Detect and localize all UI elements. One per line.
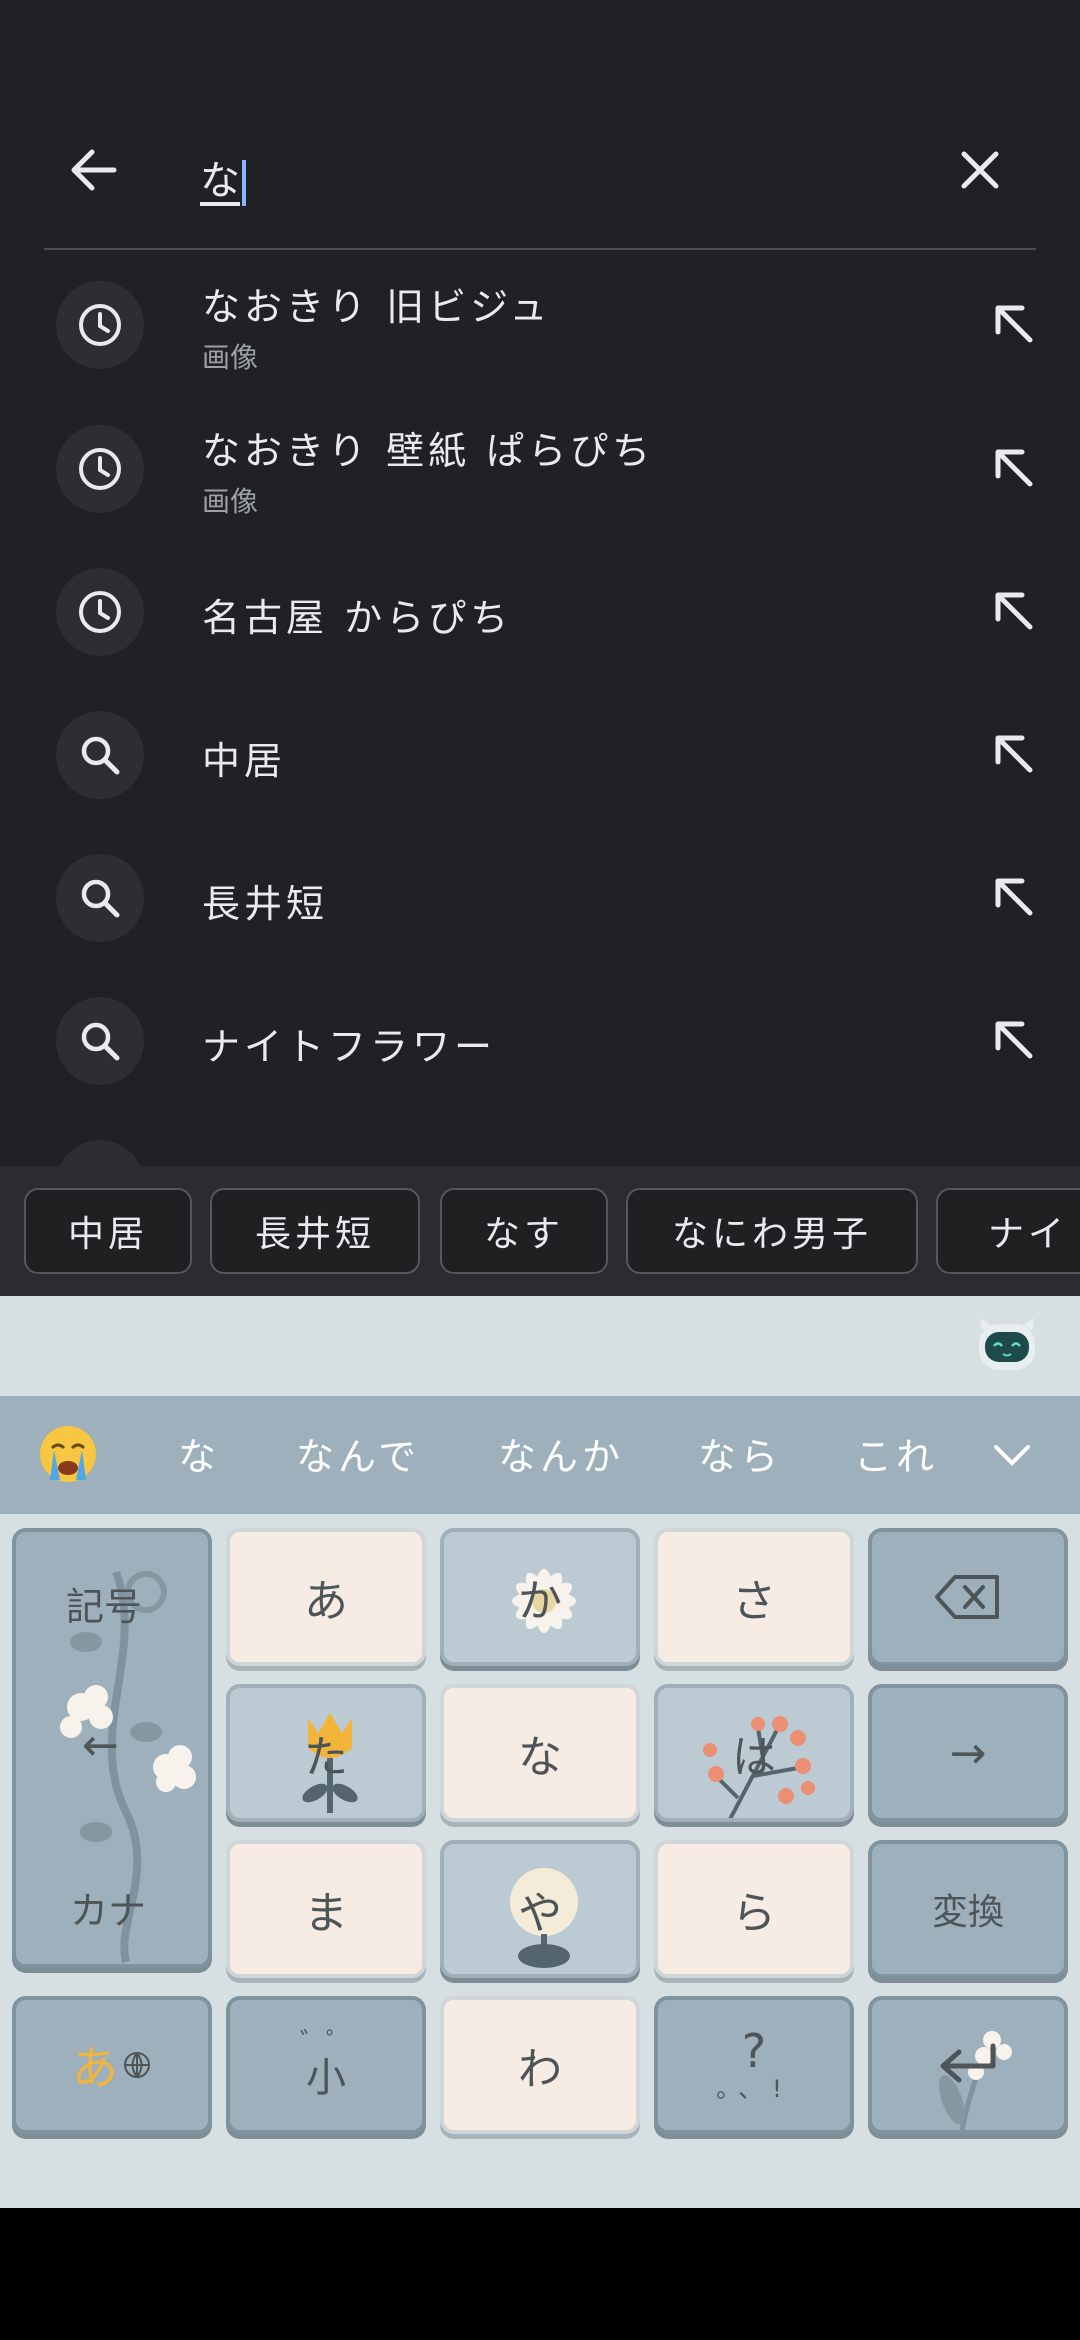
- keyboard-body: 記号 ← カナ あ か さ た な は → ま や ら 変換 あ ゛゜ 小 わ …: [0, 1514, 1080, 2208]
- fill-query-arrow-icon[interactable]: [984, 294, 1044, 354]
- globe-icon: [124, 2052, 150, 2078]
- key-na[interactable]: な: [440, 1684, 640, 1822]
- suggestion-row[interactable]: ナイトフラワー: [0, 970, 1080, 1113]
- candidate-word[interactable]: なんで: [296, 1426, 420, 1481]
- key-ha[interactable]: は: [654, 1684, 854, 1822]
- crying-emoji-icon[interactable]: [34, 1420, 102, 1488]
- key-a[interactable]: あ: [226, 1528, 426, 1666]
- chevron-down-icon: [994, 1445, 1030, 1466]
- suggestion-row[interactable]: なおきり 旧ビジュ画像: [0, 254, 1080, 397]
- key-label: や: [518, 1888, 562, 1939]
- fill-query-arrow-icon[interactable]: [984, 581, 1044, 641]
- candidate-word[interactable]: な: [178, 1426, 220, 1481]
- search-query-text: な: [200, 158, 240, 204]
- back-arrow-icon[interactable]: [64, 140, 124, 200]
- candidate-word[interactable]: これ: [854, 1426, 938, 1481]
- dakuten-small-key[interactable]: ゛゜ 小: [226, 1996, 426, 2134]
- candidate-word[interactable]: なんか: [498, 1426, 624, 1481]
- suggestion-text: なおきり 壁紙 ぱらぴち: [202, 429, 655, 473]
- search-icon: [56, 854, 144, 942]
- suggestion-row[interactable]: 長井短: [0, 827, 1080, 970]
- small-label: 小: [306, 2055, 346, 2101]
- chip[interactable]: なす: [440, 1188, 608, 1274]
- suggestion-text: 中居: [202, 739, 287, 783]
- enter-key[interactable]: [868, 1996, 1068, 2134]
- suggestion-text: なおきり 旧ビジュ: [202, 285, 552, 329]
- chip[interactable]: なにわ男子: [626, 1188, 918, 1274]
- suggestion-text: 長井短: [202, 882, 329, 926]
- chip[interactable]: 長井短: [210, 1188, 420, 1274]
- key-label: は: [732, 1732, 776, 1783]
- symbols-kana-key[interactable]: 記号 ← カナ: [12, 1528, 212, 1968]
- key-label: ら: [732, 1888, 776, 1939]
- enter-icon: [940, 2043, 996, 2083]
- right-arrow-key[interactable]: →: [868, 1684, 1068, 1822]
- key-sa[interactable]: さ: [654, 1528, 854, 1666]
- fill-query-arrow-icon[interactable]: [984, 438, 1044, 498]
- fill-query-arrow-icon[interactable]: [984, 867, 1044, 927]
- key-label: な: [518, 1732, 562, 1783]
- text-caret: [242, 160, 246, 206]
- keyboard-toolbar: [0, 1296, 1080, 1396]
- punctuation-label: 。、!: [716, 2075, 792, 2103]
- suggestion-row[interactable]: 中居: [0, 684, 1080, 827]
- key-wa[interactable]: わ: [440, 1996, 640, 2134]
- history-icon: [56, 281, 144, 369]
- key-ta[interactable]: た: [226, 1684, 426, 1822]
- chip[interactable]: ナイト: [936, 1188, 1080, 1274]
- robot-mascot-icon[interactable]: [976, 1316, 1038, 1374]
- candidate-bar: な なんで なんか なら これ: [0, 1396, 1080, 1514]
- search-screen: な なおきり 旧ビジュ 画像 なおきり 壁紙 ぱらぴち 画像 名古屋 からぴち 中居 長井短…: [0, 0, 1080, 1166]
- hiragana-mode-label: あ: [72, 2041, 118, 2095]
- dakuten-label: ゛゜: [299, 2028, 352, 2058]
- backspace-icon: [935, 1575, 999, 1619]
- key-label: あ: [304, 1576, 348, 1627]
- expand-candidates-button[interactable]: [944, 1396, 1080, 1514]
- suggestion-row[interactable]: なおきり 壁紙 ぱらぴち画像: [0, 398, 1080, 541]
- chip[interactable]: 中居: [24, 1188, 192, 1274]
- history-icon: [56, 425, 144, 513]
- convert-key[interactable]: 変換: [868, 1840, 1068, 1978]
- left-arrow-label: ←: [82, 1720, 119, 1771]
- partial-suggestion-icon: [56, 1140, 144, 1166]
- key-ma[interactable]: ま: [226, 1840, 426, 1978]
- punctuation-key[interactable]: ? 。、!: [654, 1996, 854, 2134]
- search-icon: [56, 711, 144, 799]
- close-icon[interactable]: [954, 144, 1006, 196]
- history-icon: [56, 568, 144, 656]
- suggestion-chip-bar: 中居 長井短 なす なにわ男子 ナイト: [0, 1166, 1080, 1296]
- search-bar: な: [44, 110, 1036, 250]
- fill-query-arrow-icon[interactable]: [984, 724, 1044, 784]
- candidate-word[interactable]: なら: [698, 1426, 782, 1481]
- key-label: →: [949, 1727, 987, 1779]
- navigation-bar-area: [0, 2208, 1080, 2340]
- key-label: か: [518, 1576, 562, 1627]
- suggestion-text: 名古屋 からぴち: [202, 596, 513, 640]
- suggestion-row[interactable]: 名古屋 からぴち: [0, 541, 1080, 684]
- key-ka[interactable]: か: [440, 1528, 640, 1666]
- search-icon: [56, 997, 144, 1085]
- key-label: 変換: [931, 1892, 1004, 1933]
- kana-label: カナ: [70, 1889, 147, 1933]
- suggestion-subtext: 画像: [202, 341, 259, 374]
- key-ya[interactable]: や: [440, 1840, 640, 1978]
- key-label: ま: [304, 1888, 348, 1939]
- key-ra[interactable]: ら: [654, 1840, 854, 1978]
- input-mode-key[interactable]: あ: [12, 1996, 212, 2134]
- suggestion-subtext: 画像: [202, 485, 259, 518]
- symbols-label: 記号: [66, 1585, 143, 1629]
- key-label: わ: [518, 2044, 562, 2095]
- search-input[interactable]: な: [200, 148, 246, 206]
- key-label: た: [304, 1732, 348, 1783]
- fill-query-arrow-icon[interactable]: [984, 1010, 1044, 1070]
- key-label: さ: [732, 1576, 776, 1627]
- suggestion-text: ナイトフラワー: [202, 1025, 497, 1069]
- question-label: ?: [741, 2024, 767, 2078]
- backspace-key[interactable]: [868, 1528, 1068, 1666]
